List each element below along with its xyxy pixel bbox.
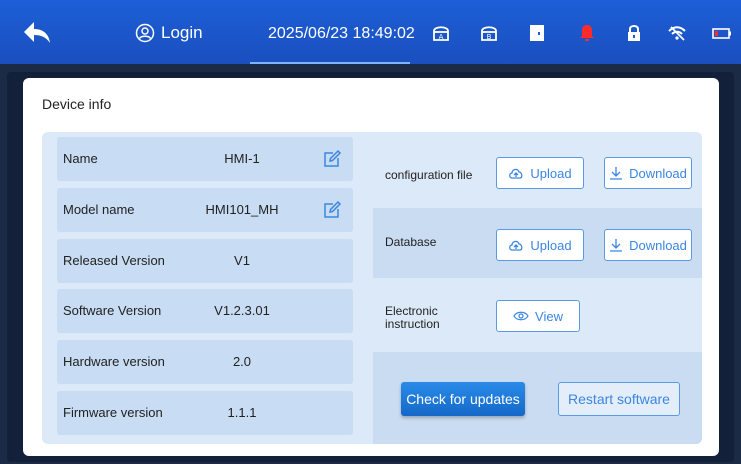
database-section: Database Upload Download: [373, 208, 702, 278]
button-label: Upload: [530, 237, 572, 253]
button-label: View: [535, 308, 563, 324]
row-value: V1: [234, 253, 250, 268]
alarm-bell-icon[interactable]: [576, 22, 598, 44]
info-row-model: Model name HMI101_MH: [57, 188, 353, 232]
edit-icon[interactable]: [322, 200, 342, 220]
login-button[interactable]: Login: [135, 23, 203, 43]
eye-icon: [513, 311, 529, 321]
row-label: Model name: [63, 202, 135, 217]
info-row-hardware-version: Hardware version 2.0: [57, 340, 353, 384]
row-label: Hardware version: [63, 354, 165, 369]
device-actions: configuration file Upload Download Datab…: [373, 132, 702, 444]
download-icon: [610, 239, 623, 252]
config-file-section: configuration file Upload Download: [373, 132, 702, 208]
instruction-section: Electronic instruction View: [373, 278, 702, 352]
row-value: 1.1.1: [227, 405, 257, 420]
back-arrow-icon[interactable]: [22, 20, 52, 46]
row-value: 2.0: [232, 354, 252, 369]
info-row-released-version: Released Version V1: [57, 239, 353, 283]
check-updates-button[interactable]: Check for updates: [401, 382, 525, 416]
lock-icon[interactable]: [623, 22, 645, 44]
user-icon: [135, 23, 155, 43]
database-label: Database: [385, 235, 437, 249]
device-info-panel: Name HMI-1 Model name HMI101_MH Released…: [42, 132, 702, 444]
device-properties: Name HMI-1 Model name HMI101_MH Released…: [42, 132, 372, 444]
database-upload-button[interactable]: Upload: [496, 229, 584, 261]
button-label: Download: [629, 165, 687, 181]
download-icon: [610, 167, 623, 180]
button-label: Download: [629, 237, 687, 253]
row-value: V1.2.3.01: [214, 303, 270, 318]
printer-b-icon[interactable]: B: [478, 22, 500, 44]
row-label: Software Version: [63, 303, 162, 318]
row-label: Name: [63, 151, 98, 166]
row-label: Released Version: [63, 253, 165, 268]
button-label: Upload: [530, 165, 572, 181]
row-value: HMI101_MH: [205, 202, 279, 217]
datetime-display: 2025/06/23 18:49:02: [268, 25, 415, 42]
info-row-firmware-version: Firmware version 1.1.1: [57, 391, 353, 435]
config-file-label: configuration file: [385, 168, 473, 182]
printer-a-icon[interactable]: A: [430, 22, 452, 44]
row-label: Firmware version: [63, 405, 163, 420]
battery-icon: [711, 22, 733, 44]
login-label: Login: [161, 23, 203, 42]
top-status-bar: Login 2025/06/23 18:49:02 A B: [0, 0, 741, 64]
svg-text:B: B: [487, 33, 492, 41]
config-download-button[interactable]: Download: [604, 157, 692, 189]
info-row-name: Name HMI-1: [57, 137, 353, 181]
instruction-view-button[interactable]: View: [496, 300, 580, 332]
row-value: HMI-1: [224, 151, 260, 166]
cloud-upload-icon: [509, 168, 523, 179]
title-underline: [250, 62, 410, 64]
cloud-upload-icon: [509, 240, 523, 251]
svg-text:A: A: [439, 33, 444, 41]
edit-icon[interactable]: [322, 149, 342, 169]
restart-software-button[interactable]: Restart software: [558, 382, 680, 416]
instruction-label-line2: instruction: [385, 317, 440, 331]
page-title: Device info: [42, 96, 112, 112]
config-upload-button[interactable]: Upload: [496, 157, 584, 189]
door-icon[interactable]: [526, 22, 548, 44]
database-download-button[interactable]: Download: [604, 229, 692, 261]
wifi-off-icon[interactable]: [666, 22, 688, 44]
info-row-software-version: Software Version V1.2.3.01: [57, 289, 353, 333]
